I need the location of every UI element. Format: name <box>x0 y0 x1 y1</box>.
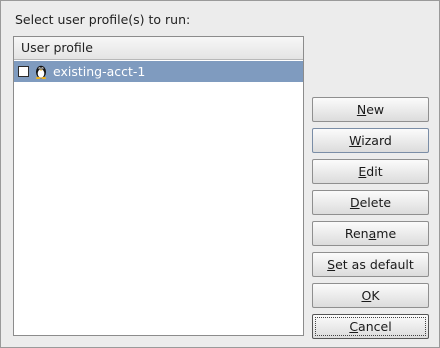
list-item[interactable]: existing-acct-1 <box>14 61 303 82</box>
prompt-label: Select user profile(s) to run: <box>15 12 191 27</box>
rename-button[interactable]: Rename <box>312 221 429 246</box>
cancel-button[interactable]: Cancel <box>312 314 429 339</box>
dialog-frame: Select user profile(s) to run: User prof… <box>0 0 440 348</box>
profile-name: existing-acct-1 <box>53 64 146 79</box>
edit-button[interactable]: Edit <box>312 159 429 184</box>
delete-button[interactable]: Delete <box>312 190 429 215</box>
tux-icon <box>34 64 48 79</box>
list-header-user-profile[interactable]: User profile <box>14 37 303 60</box>
set-as-default-button[interactable]: Set as default <box>312 252 429 277</box>
profile-checkbox[interactable] <box>18 66 29 77</box>
wizard-button[interactable]: Wizard <box>312 128 429 153</box>
new-button[interactable]: New <box>312 97 429 122</box>
ok-button[interactable]: OK <box>312 283 429 308</box>
profile-list[interactable]: User profile existing-acct-1 <box>13 36 304 336</box>
button-column: New Wizard Edit Delete Rename Set as def… <box>312 97 429 345</box>
